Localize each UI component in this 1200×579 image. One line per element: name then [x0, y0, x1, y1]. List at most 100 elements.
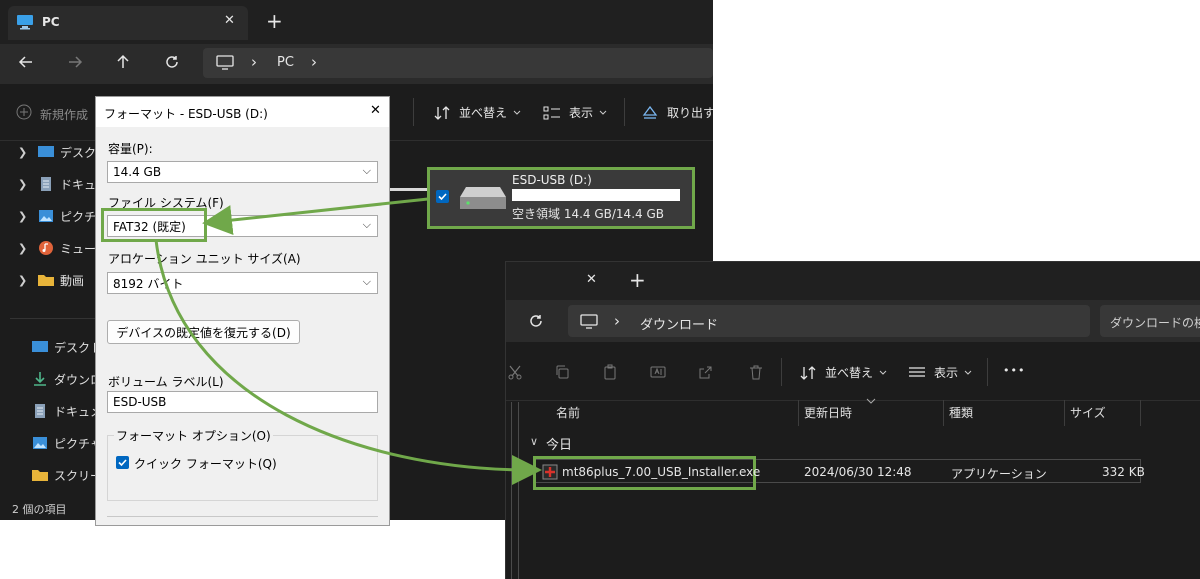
address-chevron-end[interactable]: ›	[311, 53, 317, 71]
drive-usage-bar	[512, 189, 680, 201]
volume-label-label: ボリューム ラベル(L)	[108, 375, 224, 389]
chevron-right-icon: ❯	[18, 241, 28, 255]
drive-checkbox[interactable]	[436, 190, 449, 203]
view-label: 表示	[569, 106, 594, 120]
drive-tile-esd-usb[interactable]: ESD-USB (D:) 空き領域 14.4 GB/14.4 GB	[427, 167, 695, 229]
sidebar-item-pictures-pinned[interactable]: ピクチャ	[32, 431, 102, 455]
up-arrow-icon[interactable]	[115, 54, 131, 70]
allocation-select[interactable]: 8192 バイト ⌵	[107, 272, 378, 294]
desktop-icon	[38, 146, 54, 157]
address-segment-pc[interactable]: PC	[277, 55, 294, 70]
column-separator[interactable]	[1140, 400, 1141, 426]
sort-label: 並べ替え	[825, 366, 874, 380]
sort-icon	[800, 365, 816, 380]
column-header-name[interactable]: 名前	[556, 404, 580, 421]
view-icon	[543, 106, 560, 119]
drive-name: ESD-USB (D:)	[512, 173, 592, 187]
refresh-icon[interactable]	[528, 313, 544, 329]
document-icon	[35, 404, 45, 418]
restore-defaults-button[interactable]: デバイスの既定値を復元する(D)	[107, 320, 300, 344]
new-tab-button[interactable]: +	[266, 9, 283, 33]
sort-icon	[434, 105, 450, 120]
chevron-down-icon	[513, 110, 521, 115]
quick-format-label: クイック フォーマット(Q)	[134, 457, 277, 471]
eject-button[interactable]: 取り出す	[642, 104, 713, 121]
view-label: 表示	[934, 366, 959, 380]
cut-icon[interactable]	[508, 364, 522, 380]
new-tab-button[interactable]: +	[629, 268, 646, 292]
checkmark-icon	[118, 459, 127, 467]
group-chevron-icon[interactable]: ∨	[530, 435, 538, 448]
refresh-icon[interactable]	[164, 54, 180, 70]
sort-descending-icon	[866, 398, 876, 404]
sidebar-divider	[10, 318, 95, 319]
capacity-select[interactable]: 14.4 GB ⌵	[107, 161, 378, 183]
column-separator[interactable]	[943, 400, 944, 426]
monitor-icon	[580, 314, 598, 329]
tab-title: PC	[42, 15, 60, 29]
forward-arrow-icon[interactable]	[67, 54, 83, 70]
dialog-close-button[interactable]: ✕	[370, 103, 381, 118]
drive-row-stripe	[390, 188, 430, 191]
dialog-bottom-divider	[107, 516, 378, 517]
address-chevron[interactable]: ›	[251, 53, 257, 71]
column-header-size[interactable]: サイズ	[1070, 404, 1106, 421]
chevron-down-icon: ⌵	[362, 164, 371, 177]
column-header-type[interactable]: 種類	[949, 404, 973, 421]
quick-format-checkbox[interactable]	[116, 456, 129, 469]
delete-icon[interactable]	[748, 364, 764, 380]
sort-label: 並べ替え	[459, 106, 508, 120]
view-button[interactable]: 表示	[543, 104, 607, 121]
new-plus-icon	[16, 104, 32, 120]
divider	[781, 358, 782, 386]
eject-icon	[642, 105, 658, 119]
volume-label-value: ESD-USB	[113, 395, 167, 409]
share-icon[interactable]	[698, 364, 714, 380]
tab-close-button[interactable]: ✕	[586, 272, 597, 287]
copy-icon[interactable]	[554, 364, 570, 380]
address-segment-downloads[interactable]: ダウンロード	[640, 314, 718, 333]
monitor-icon	[216, 55, 234, 70]
tab-close-button[interactable]: ✕	[224, 13, 235, 28]
nav-pane-edge	[518, 402, 519, 579]
title-bar	[506, 262, 1200, 300]
filesystem-label: ファイル システム(F)	[108, 196, 224, 210]
music-icon	[39, 241, 53, 255]
view-button[interactable]: 表示	[908, 364, 972, 381]
capacity-value: 14.4 GB	[113, 165, 162, 179]
group-header-today[interactable]: 今日	[546, 434, 572, 453]
column-header-modified[interactable]: 更新日時	[804, 404, 852, 421]
paste-icon[interactable]	[602, 364, 618, 380]
chevron-down-icon	[599, 110, 607, 115]
allocation-value: 8192 バイト	[113, 276, 184, 291]
divider	[624, 98, 625, 126]
back-arrow-icon[interactable]	[18, 54, 34, 70]
chevron-right-icon: ❯	[18, 177, 28, 191]
divider	[987, 358, 988, 386]
sort-button[interactable]: 並べ替え	[433, 104, 521, 121]
chevron-right-icon: ❯	[18, 145, 28, 159]
rename-icon[interactable]	[650, 364, 666, 380]
sidebar-item-videos[interactable]: ❯ 動画	[18, 268, 84, 292]
chevron-down-icon	[879, 370, 887, 375]
picture-icon	[33, 437, 47, 449]
column-separator[interactable]	[1064, 400, 1065, 426]
search-placeholder: ダウンロードの検	[1110, 316, 1200, 330]
volume-label-input[interactable]: ESD-USB	[107, 391, 378, 413]
column-separator[interactable]	[798, 400, 799, 426]
address-chevron[interactable]: ›	[614, 312, 620, 330]
format-options-label: フォーマット オプション(O)	[114, 427, 273, 444]
file-size: 332 KB	[1102, 465, 1145, 479]
more-options-button[interactable]: •••	[1003, 364, 1025, 377]
folder-icon	[32, 470, 48, 481]
sort-button[interactable]: 並べ替え	[799, 364, 887, 381]
new-button[interactable]: 新規作成	[40, 106, 88, 123]
view-list-icon	[909, 366, 925, 377]
pc-icon	[17, 15, 33, 30]
desktop-icon	[32, 341, 48, 352]
sidebar-label: 動画	[60, 273, 85, 288]
capacity-label: 容量(P):	[108, 142, 153, 156]
download-icon	[34, 372, 46, 386]
folder-icon	[38, 275, 54, 286]
document-icon	[41, 177, 51, 191]
